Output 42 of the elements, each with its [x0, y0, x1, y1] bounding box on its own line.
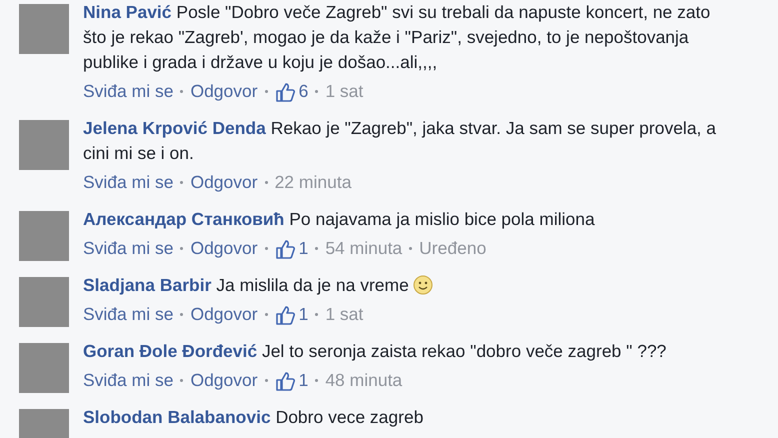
- comment-text: Nina Pavić Posle "Dobro veče Zagreb" svi su trebali da napuste koncert, ne zato što je rekao "Zagreb', mogao je da kaže i "Pariz", svejedno, to je nepoštovanja publike i grada i države u koju je došao...ali,,,,: [83, 1, 712, 74]
- author-link[interactable]: Nina Pavić: [83, 2, 172, 22]
- avatar-photo-placeholder: [19, 120, 69, 170]
- avatar-photo-placeholder: [19, 343, 69, 393]
- edited-label[interactable]: Uređeno: [419, 236, 486, 261]
- like-link[interactable]: Sviđa mi se: [83, 79, 174, 104]
- comment-text: Sladjana Barbir Ja mislila da je na vreme: [83, 273, 728, 298]
- reply-link[interactable]: Odgovor: [190, 302, 258, 327]
- thumbs-up-icon: [274, 304, 295, 324]
- author-link[interactable]: Sladjana Barbir: [83, 275, 212, 295]
- like-count[interactable]: 1: [298, 302, 308, 327]
- like-link[interactable]: Sviđa mi se: [83, 236, 174, 261]
- timestamp[interactable]: 54 minuta: [325, 236, 402, 261]
- thumbs-up-icon: [274, 370, 295, 390]
- like-count[interactable]: 1: [298, 368, 308, 393]
- reply-link[interactable]: Odgovor: [190, 79, 258, 104]
- like-count[interactable]: 1: [298, 236, 308, 261]
- like-link[interactable]: Sviđa mi se: [83, 302, 174, 327]
- like-link[interactable]: Sviđa mi se: [83, 170, 174, 195]
- author-link[interactable]: Jelena Krpović Denda: [83, 118, 266, 138]
- like-count[interactable]: 6: [298, 79, 308, 104]
- avatar-photo-placeholder: [19, 277, 69, 327]
- reply-link[interactable]: Odgovor: [190, 368, 258, 393]
- timestamp[interactable]: 48 minuta: [325, 368, 402, 393]
- author-link[interactable]: Александар Станковић: [83, 209, 284, 229]
- avatar-photo-placeholder: [19, 211, 69, 261]
- comment-text: Jelena Krpović Denda Rekao je "Zagreb", jaka stvar. Ja sam se super provela, a cini mi se i on.: [83, 117, 718, 165]
- reply-link[interactable]: Odgovor: [190, 170, 258, 195]
- author-link[interactable]: Slobodan Balabanovic: [83, 407, 271, 427]
- smiley-icon: [412, 275, 433, 295]
- thumbs-up-icon: [274, 82, 295, 102]
- comment-text: Slobodan Balabanovic Dobro vece zagreb: [83, 406, 424, 429]
- comment-text: Goran Đole Đorđević Jel to seronja zaista rekao "dobro veče zagreb " ???: [83, 340, 668, 363]
- author-link[interactable]: Goran Đole Đorđević: [83, 341, 258, 361]
- timestamp[interactable]: 1 sat: [325, 79, 364, 104]
- avatar-photo-placeholder: [19, 4, 69, 54]
- like-link[interactable]: Sviđa mi se: [83, 368, 174, 393]
- timestamp[interactable]: 22 minuta: [274, 170, 352, 195]
- reply-link[interactable]: Odgovor: [190, 236, 258, 261]
- timestamp[interactable]: 1 sat: [325, 302, 364, 327]
- comment-text: Александар Станковић Po najavama ja mislio bice pola miliona: [83, 208, 596, 231]
- thumbs-up-icon: [274, 238, 295, 258]
